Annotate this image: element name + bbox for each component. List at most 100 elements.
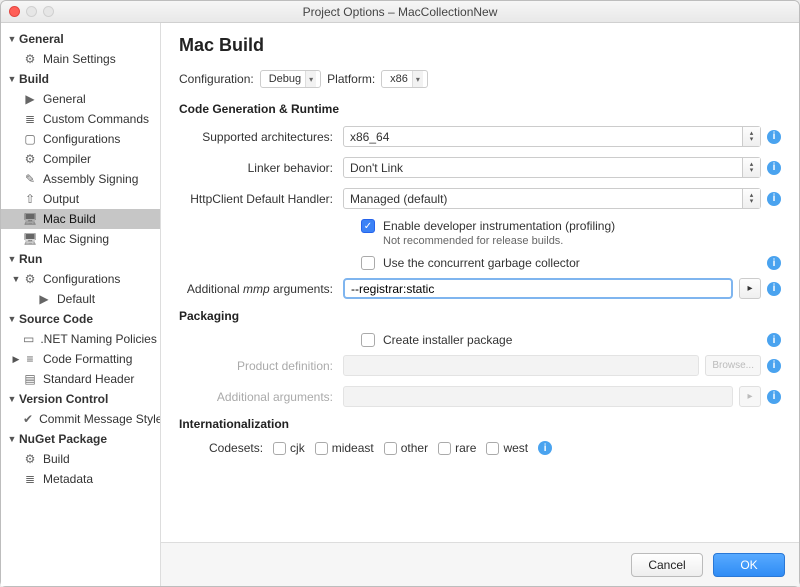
sidebar-item-mac-signing[interactable]: 🖥Mac Signing <box>1 229 160 249</box>
section-i18n: Internationalization <box>179 417 781 431</box>
sidebar-section-nuget[interactable]: ▼NuGet Package <box>1 429 160 449</box>
sidebar: ▼General ⚙Main Settings ▼Build ▶General … <box>1 23 161 586</box>
sidebar-item-mac-build[interactable]: 🖥Mac Build <box>1 209 160 229</box>
sidebar-item-run-default[interactable]: ▶Default <box>1 289 160 309</box>
sidebar-section-run[interactable]: ▼Run <box>1 249 160 269</box>
info-icon[interactable]: i <box>538 441 552 455</box>
sidebar-item-naming-policies[interactable]: ▭.NET Naming Policies <box>1 329 160 349</box>
codeset-mideast-checkbox[interactable] <box>315 442 328 455</box>
sidebar-section-build[interactable]: ▼Build <box>1 69 160 89</box>
chevron-updown-icon: ▴▾ <box>742 127 760 146</box>
configuration-select[interactable]: Debug▾ <box>260 70 321 88</box>
sidebar-item-nuget-build[interactable]: ⚙Build <box>1 449 160 469</box>
arch-label: Supported architectures: <box>179 130 343 144</box>
mmp-label: Additional mmp arguments: <box>179 282 343 296</box>
mmp-history-button[interactable]: ▸ <box>739 278 761 299</box>
sidebar-item-general[interactable]: ▶General <box>1 89 160 109</box>
chevron-down-icon: ▾ <box>305 71 316 87</box>
chevron-down-icon: ▾ <box>412 71 423 87</box>
gc-checkbox[interactable] <box>361 256 375 270</box>
addargs-input <box>343 386 733 407</box>
monitor-icon: 🖥 <box>23 212 37 226</box>
arch-select[interactable]: x86_64▴▾ <box>343 126 761 147</box>
gc-label: Use the concurrent garbage collector <box>383 256 580 270</box>
content-pane: Mac Build Configuration: Debug▾ Platform… <box>161 23 799 586</box>
page-title: Mac Build <box>179 35 781 56</box>
codeset-cjk-checkbox[interactable] <box>273 442 286 455</box>
linker-label: Linker behavior: <box>179 161 343 175</box>
platform-label: Platform: <box>327 72 375 86</box>
play-icon: ▶ <box>37 292 51 306</box>
chevron-updown-icon: ▴▾ <box>742 189 760 208</box>
profiling-checkbox[interactable]: ✓ <box>361 219 375 233</box>
check-icon: ✔ <box>23 412 33 426</box>
proddef-input <box>343 355 699 376</box>
id-icon: ▭ <box>23 332 34 346</box>
gear-icon: ⚙ <box>23 272 37 286</box>
cancel-button[interactable]: Cancel <box>631 553 703 577</box>
sidebar-item-compiler[interactable]: ⚙Compiler <box>1 149 160 169</box>
codeset-west-checkbox[interactable] <box>486 442 499 455</box>
sidebar-item-output[interactable]: ⇧Output <box>1 189 160 209</box>
info-icon[interactable]: i <box>767 130 781 144</box>
codesets-row: Codesets: cjk mideast other rare west i <box>209 441 781 455</box>
code-icon: ≡ <box>23 352 37 366</box>
ok-button[interactable]: OK <box>713 553 785 577</box>
info-icon[interactable]: i <box>767 390 781 404</box>
configuration-label: Configuration: <box>179 72 254 86</box>
linker-select[interactable]: Don't Link▴▾ <box>343 157 761 178</box>
config-bar: Configuration: Debug▾ Platform: x86▾ <box>179 70 781 88</box>
dialog-footer: Cancel OK <box>161 542 799 586</box>
gear-icon: ⚙ <box>23 452 37 466</box>
addargs-label: Additional arguments: <box>179 390 343 404</box>
http-label: HttpClient Default Handler: <box>179 192 343 206</box>
sidebar-item-run-configurations[interactable]: ▼⚙Configurations <box>1 269 160 289</box>
section-codegen: Code Generation & Runtime <box>179 102 781 116</box>
play-icon: ▶ <box>23 92 37 106</box>
sidebar-item-main-settings[interactable]: ⚙Main Settings <box>1 49 160 69</box>
window-title: Project Options – MacCollectionNew <box>1 5 799 19</box>
info-icon[interactable]: i <box>767 161 781 175</box>
header-icon: ▤ <box>23 372 37 386</box>
sidebar-item-configurations[interactable]: ▢Configurations <box>1 129 160 149</box>
http-select[interactable]: Managed (default)▴▾ <box>343 188 761 209</box>
info-icon[interactable]: i <box>767 282 781 296</box>
profiling-label: Enable developer instrumentation (profil… <box>383 219 615 233</box>
chevron-updown-icon: ▴▾ <box>742 158 760 177</box>
browse-button: Browse... <box>705 355 761 376</box>
create-installer-label: Create installer package <box>383 333 512 347</box>
gears-icon: ⚙ <box>23 152 37 166</box>
addargs-history-button: ▸ <box>739 386 761 407</box>
profiling-sublabel: Not recommended for release builds. <box>383 235 563 247</box>
tag-icon: ≣ <box>23 472 37 486</box>
create-installer-checkbox[interactable] <box>361 333 375 347</box>
platform-select[interactable]: x86▾ <box>381 70 428 88</box>
sidebar-item-nuget-metadata[interactable]: ≣Metadata <box>1 469 160 489</box>
pen-icon: ✎ <box>23 172 37 186</box>
section-packaging: Packaging <box>179 309 781 323</box>
info-icon[interactable]: i <box>767 333 781 347</box>
info-icon[interactable]: i <box>767 256 781 270</box>
sidebar-item-assembly-signing[interactable]: ✎Assembly Signing <box>1 169 160 189</box>
proddef-label: Product definition: <box>179 359 343 373</box>
sidebar-section-general[interactable]: ▼General <box>1 29 160 49</box>
terminal-icon: ≣ <box>23 112 37 126</box>
sidebar-section-source-code[interactable]: ▼Source Code <box>1 309 160 329</box>
sidebar-item-code-formatting[interactable]: ▶≡Code Formatting <box>1 349 160 369</box>
info-icon[interactable]: i <box>767 359 781 373</box>
codeset-rare-checkbox[interactable] <box>438 442 451 455</box>
info-icon[interactable]: i <box>767 192 781 206</box>
sidebar-item-standard-header[interactable]: ▤Standard Header <box>1 369 160 389</box>
project-options-window: Project Options – MacCollectionNew ▼Gene… <box>0 0 800 587</box>
box-icon: ▢ <box>23 132 37 146</box>
arrow-up-icon: ⇧ <box>23 192 37 206</box>
codesets-label: Codesets: <box>209 441 263 455</box>
sidebar-section-version-control[interactable]: ▼Version Control <box>1 389 160 409</box>
titlebar: Project Options – MacCollectionNew <box>1 1 799 23</box>
sidebar-item-custom-commands[interactable]: ≣Custom Commands <box>1 109 160 129</box>
gear-icon: ⚙ <box>23 52 37 66</box>
monitor-icon: 🖥 <box>23 232 37 246</box>
codeset-other-checkbox[interactable] <box>384 442 397 455</box>
mmp-input[interactable] <box>343 278 733 299</box>
sidebar-item-commit-style[interactable]: ✔Commit Message Style <box>1 409 160 429</box>
